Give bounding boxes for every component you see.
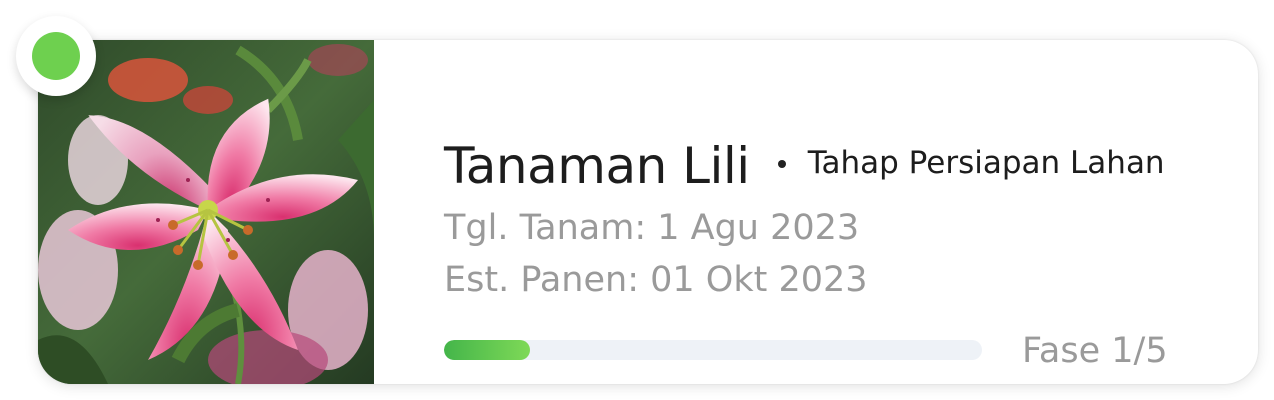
plant-card[interactable]: Tanaman Lili Tahap Persiapan Lahan Tgl. …	[38, 40, 1258, 384]
status-indicator	[16, 16, 96, 96]
status-dot-icon	[32, 32, 80, 80]
progress-row: Fase 1/5	[444, 328, 1204, 374]
progress-track	[444, 340, 982, 360]
phase-label: Fase 1/5	[1022, 331, 1168, 371]
plant-stage: Tahap Persiapan Lahan	[807, 145, 1165, 181]
progress-fill	[444, 340, 531, 360]
separator-dot-icon	[777, 160, 786, 168]
plant-name: Tanaman Lili	[444, 137, 750, 195]
harvest-estimate: Est. Panen: 01 Okt 2023	[444, 260, 868, 300]
plant-photo	[38, 40, 374, 384]
title-row: Tanaman Lili Tahap Persiapan Lahan	[444, 134, 1258, 198]
plant-info: Tanaman Lili Tahap Persiapan Lahan Tgl. …	[444, 134, 1258, 306]
planting-date: Tgl. Tanam: 1 Agu 2023	[444, 208, 860, 248]
